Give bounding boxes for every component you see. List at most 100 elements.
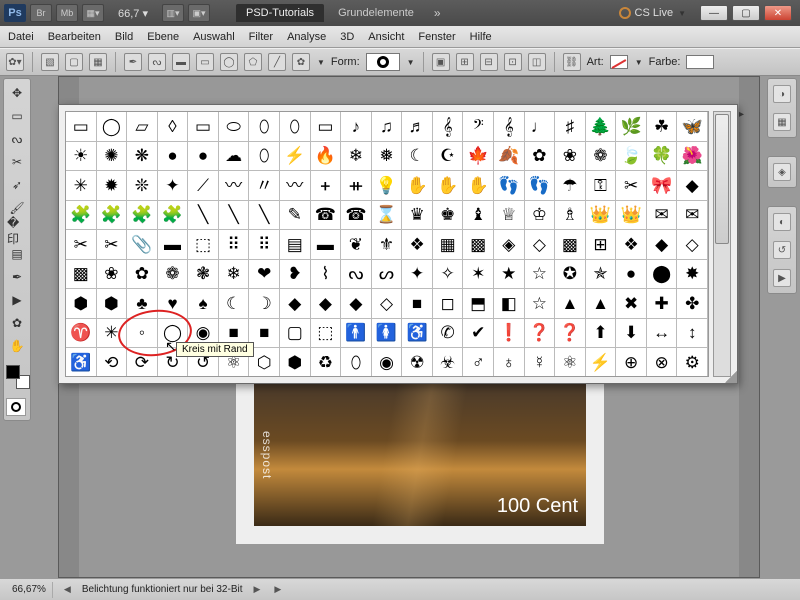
shape-cell[interactable]: ⚿ [586, 171, 617, 201]
menu-ebene[interactable]: Ebene [147, 31, 179, 43]
shape-cell[interactable]: ⚡ [280, 142, 311, 172]
shape-cell[interactable]: ☎ [341, 201, 372, 231]
shape-cell[interactable]: ♬ [402, 112, 433, 142]
shape-cell[interactable]: ⬢ [97, 289, 128, 319]
shape-cell[interactable]: ✦ [402, 260, 433, 290]
shape-cell[interactable]: 🚺 [372, 319, 403, 349]
marquee-tool[interactable]: ▭ [6, 106, 28, 126]
move-tool[interactable]: ✥ [6, 83, 28, 103]
shape-cell[interactable]: ♈ [66, 319, 97, 349]
shape-cell[interactable]: 〃 [249, 171, 280, 201]
menu-bearbeiten[interactable]: Bearbeiten [48, 31, 101, 43]
polygon-shape-icon[interactable]: ⬠ [244, 53, 262, 71]
shape-cell[interactable]: ♚ [433, 201, 464, 231]
freeform-pen-icon[interactable]: ᔓ [148, 53, 166, 71]
shape-cell[interactable]: ♕ [494, 201, 525, 231]
shape-cell[interactable]: ⬡ [249, 348, 280, 377]
shape-cell[interactable]: ✿ [127, 260, 158, 290]
shape-cell[interactable]: ☎ [311, 201, 342, 231]
style-picker[interactable] [610, 55, 628, 69]
custom-shape-tool[interactable]: ✿ [6, 313, 28, 333]
shape-cell[interactable]: 👣 [494, 171, 525, 201]
status-next[interactable]: ▶ [251, 584, 264, 595]
shape-cell[interactable]: ✳ [66, 171, 97, 201]
shape-cell[interactable]: ◈ [494, 230, 525, 260]
shape-cell[interactable]: ⟋ [188, 171, 219, 201]
crop-tool[interactable]: ✂ [6, 152, 28, 172]
shape-cell[interactable]: ♫ [372, 112, 403, 142]
shape-cell[interactable]: ⬯ [249, 112, 280, 142]
shape-cell[interactable]: ✚ [647, 289, 678, 319]
shape-cell[interactable]: ❗ [494, 319, 525, 349]
shape-cell[interactable]: ♁ [494, 348, 525, 377]
shape-cell[interactable]: ✧ [433, 260, 464, 290]
shape-cell[interactable]: ♝ [463, 201, 494, 231]
shape-cell[interactable]: ✔ [463, 319, 494, 349]
shape-cell[interactable]: 〰 [280, 171, 311, 201]
shape-cell[interactable]: ◆ [647, 230, 678, 260]
shape-cell[interactable]: ⬢ [66, 289, 97, 319]
shape-cell[interactable]: ✪ [555, 260, 586, 290]
shape-cell[interactable]: ⟲ [97, 348, 128, 377]
shape-cell[interactable]: ☂ [555, 171, 586, 201]
shape-cell[interactable]: ❦ [341, 230, 372, 260]
menu-auswahl[interactable]: Auswahl [193, 31, 235, 43]
adjustments-panel-icon[interactable]: ◐ [773, 213, 791, 231]
bridge-button[interactable]: Br [30, 4, 52, 22]
shape-cell[interactable]: ❓ [555, 319, 586, 349]
shape-cell[interactable]: ⬚ [311, 319, 342, 349]
arrange-documents-button[interactable]: ▥▾ [162, 4, 184, 22]
shape-picker-flyout-menu[interactable]: ▸ [739, 109, 749, 119]
menu-analyse[interactable]: Analyse [287, 31, 326, 43]
view-extras-button[interactable]: ▦▾ [82, 4, 104, 22]
history-panel-icon[interactable]: ↺ [773, 241, 791, 259]
shape-cell[interactable]: ▲ [586, 289, 617, 319]
workspace-tab[interactable]: Grundelemente [328, 4, 424, 22]
shape-cell[interactable]: ⬤ [647, 260, 678, 290]
more-workspaces-button[interactable]: » [428, 6, 447, 20]
shape-cell[interactable]: ✂ [616, 171, 647, 201]
shape-cell[interactable]: ❖ [402, 230, 433, 260]
shape-cell[interactable]: ♯ [555, 112, 586, 142]
shape-cell[interactable]: ╲ [249, 201, 280, 231]
shape-cell[interactable]: 🍃 [616, 142, 647, 172]
shape-cell[interactable]: ✳ [97, 319, 128, 349]
shape-cell[interactable]: ☽ [249, 289, 280, 319]
shape-cell[interactable]: ❓ [525, 319, 556, 349]
shape-picker-resize-handle[interactable] [725, 371, 737, 383]
shape-cell[interactable]: ⚛ [555, 348, 586, 377]
shape-cell[interactable]: ♂ [463, 348, 494, 377]
shape-cell[interactable]: ♩ [525, 112, 556, 142]
shape-cell[interactable]: 👑 [616, 201, 647, 231]
shape-cell[interactable]: 🎀 [647, 171, 678, 201]
shape-cell[interactable]: ✤ [677, 289, 708, 319]
shape-cell[interactable]: 👣 [525, 171, 556, 201]
pathop-add[interactable]: ⊞ [456, 53, 474, 71]
shape-cell[interactable]: ● [158, 142, 189, 172]
shape-cell[interactable]: ❤ [249, 260, 280, 290]
shape-cell[interactable]: ⚜ [372, 230, 403, 260]
shape-cell[interactable]: ✹ [97, 171, 128, 201]
shape-cell[interactable]: ╲ [188, 201, 219, 231]
shape-cell[interactable]: 𝄢 [463, 112, 494, 142]
shape-cell[interactable]: ✉ [677, 201, 708, 231]
shape-cell[interactable]: ● [188, 142, 219, 172]
menu-bild[interactable]: Bild [115, 31, 133, 43]
custom-shape-icon[interactable]: ✿ [292, 53, 310, 71]
shape-cell[interactable]: ⬯ [280, 112, 311, 142]
shape-cell[interactable]: ▭ [66, 112, 97, 142]
swatches-panel-icon[interactable]: ▦ [773, 113, 791, 131]
minimize-button[interactable]: — [700, 5, 728, 21]
shape-cell[interactable]: ♗ [555, 201, 586, 231]
shape-picker-arrow[interactable]: ▼ [407, 58, 415, 67]
shape-cell[interactable]: ✎ [280, 201, 311, 231]
shape-cell[interactable]: ☾ [402, 142, 433, 172]
shape-cell[interactable]: ✋ [463, 171, 494, 201]
shape-cell[interactable]: ◆ [677, 171, 708, 201]
clone-tool[interactable]: �印 [6, 221, 28, 241]
shape-cell[interactable]: ⬯ [341, 348, 372, 377]
shape-cell[interactable]: ✺ [97, 142, 128, 172]
shape-cell[interactable]: ⟳ [127, 348, 158, 377]
screen-mode-button[interactable]: ▣▾ [188, 4, 210, 22]
shape-cell[interactable]: ❖ [616, 230, 647, 260]
